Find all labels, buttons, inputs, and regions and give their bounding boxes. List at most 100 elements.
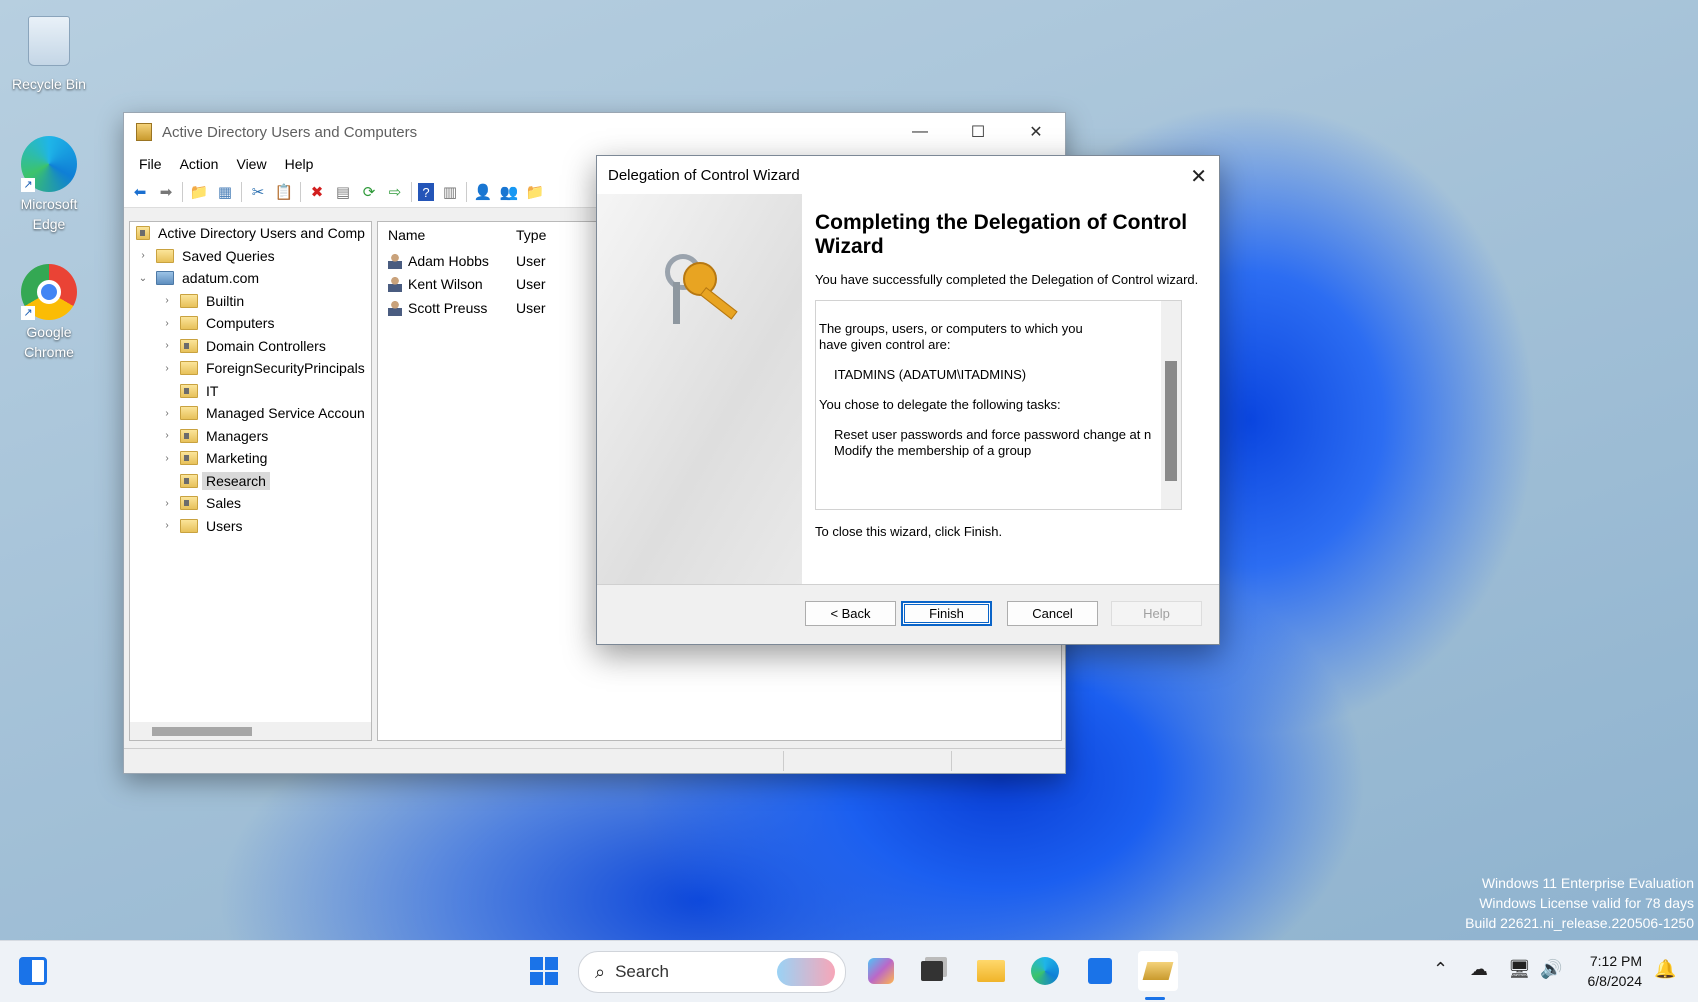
chevron-right-icon[interactable]: ›: [160, 340, 174, 351]
aduc-taskbar-icon[interactable]: [1138, 951, 1178, 991]
menu-file[interactable]: File: [130, 156, 171, 172]
close-button[interactable]: ✕: [1007, 113, 1065, 151]
widgets-icon[interactable]: [16, 954, 50, 988]
taskbar-search[interactable]: ⌕ Search: [578, 951, 846, 993]
user-type: User: [516, 299, 546, 316]
chevron-right-icon[interactable]: ›: [136, 250, 150, 261]
tree-item-label: IT: [206, 382, 219, 399]
clock-time: 7:12 PM: [1589, 953, 1642, 969]
start-button[interactable]: [527, 954, 561, 988]
chevron-right-icon[interactable]: ›: [160, 363, 174, 374]
desktop-icon-chrome[interactable]: ↗ Google Chrome: [7, 264, 91, 362]
chevron-right-icon[interactable]: ›: [160, 408, 174, 419]
chevron-right-icon[interactable]: ›: [160, 498, 174, 509]
up-folder-icon[interactable]: 📁: [189, 182, 209, 202]
properties-icon[interactable]: ▤: [333, 182, 353, 202]
paste-icon[interactable]: 📋: [274, 182, 294, 202]
refresh-icon[interactable]: ⟳: [359, 182, 379, 202]
copilot-icon[interactable]: [864, 954, 898, 988]
wizard-heading: Completing the Delegation of Control Wiz…: [815, 211, 1188, 258]
column-header-type[interactable]: Type: [508, 227, 596, 243]
chevron-right-icon[interactable]: ›: [160, 430, 174, 441]
desktop-icon-edge[interactable]: ↗ Microsoft Edge: [7, 136, 91, 234]
tree-root[interactable]: Active Directory Users and Comp: [130, 222, 371, 245]
chevron-right-icon[interactable]: ›: [160, 318, 174, 329]
tree-item-domain-controllers[interactable]: › Domain Controllers: [130, 335, 371, 358]
help-button[interactable]: Help: [1111, 601, 1202, 626]
wizard-close-instruction: To close this wizard, click Finish.: [815, 524, 1003, 539]
desktop-icon-recycle-bin[interactable]: Recycle Bin: [7, 10, 91, 94]
onedrive-icon[interactable]: ☁: [1470, 959, 1488, 980]
list-cell-name: Kent Wilson: [378, 276, 508, 293]
scrollbar-thumb[interactable]: [1165, 361, 1177, 481]
new-user-icon[interactable]: 👤: [473, 182, 493, 202]
network-icon[interactable]: 🖥: [1508, 959, 1531, 980]
back-button[interactable]: < Back: [805, 601, 896, 626]
menu-help[interactable]: Help: [276, 156, 323, 172]
recycle-bin-icon: [21, 16, 77, 72]
delegation-wizard-dialog: Delegation of Control Wizard ✕ Completin…: [596, 155, 1220, 645]
tree-item-computers[interactable]: › Computers: [130, 312, 371, 335]
store-icon[interactable]: [1083, 954, 1117, 988]
tree-item-sales[interactable]: › Sales: [130, 492, 371, 515]
ou-icon: [180, 428, 198, 443]
ou-icon: [180, 473, 198, 488]
tree-item-users[interactable]: › Users: [130, 515, 371, 538]
tree-item-builtin[interactable]: › Builtin: [130, 290, 371, 313]
tree-item-label: Domain Controllers: [206, 337, 326, 354]
back-arrow-icon[interactable]: ⬅: [130, 182, 150, 202]
finish-button[interactable]: Finish: [901, 601, 992, 626]
tree-item-managers[interactable]: › Managers: [130, 425, 371, 448]
action-pane-icon[interactable]: ▥: [440, 182, 460, 202]
chevron-right-icon[interactable]: ›: [160, 520, 174, 531]
menu-view[interactable]: View: [227, 156, 275, 172]
chevron-down-icon[interactable]: ⌄: [136, 273, 150, 284]
cut-icon[interactable]: ✂: [248, 182, 268, 202]
notification-bell-icon[interactable]: 🔔: [1654, 959, 1676, 980]
tree-item-saved-queries[interactable]: › Saved Queries: [130, 245, 371, 268]
chevron-right-icon[interactable]: ›: [160, 453, 174, 464]
tree-item-domain[interactable]: ⌄ adatum.com: [130, 267, 371, 290]
tree-item-it[interactable]: IT: [130, 380, 371, 403]
chevron-right-icon[interactable]: ›: [160, 295, 174, 306]
new-ou-icon[interactable]: 📁: [525, 182, 545, 202]
horizontal-scrollbar[interactable]: [130, 722, 371, 740]
desktop-icon-label: Recycle Bin: [12, 76, 86, 92]
new-group-icon[interactable]: 👥: [499, 182, 519, 202]
folder-icon: [180, 293, 198, 308]
forward-arrow-icon[interactable]: ➡: [156, 182, 176, 202]
column-header-name[interactable]: Name: [378, 227, 508, 243]
wizard-intro: You have successfully completed the Dele…: [815, 272, 1199, 287]
summary-textbox[interactable]: The groups, users, or computers to which…: [815, 300, 1182, 510]
tree-item-label: Users: [206, 517, 243, 534]
volume-icon[interactable]: 🔊: [1540, 959, 1562, 980]
tree-item-managed-service-accounts[interactable]: › Managed Service Accoun: [130, 402, 371, 425]
show-tree-icon[interactable]: ▦: [215, 182, 235, 202]
tree-item-label: ForeignSecurityPrincipals: [206, 360, 365, 377]
wizard-banner: [597, 194, 802, 584]
export-list-icon[interactable]: ⇨: [385, 182, 405, 202]
tree-item-research[interactable]: Research: [130, 470, 371, 493]
tree-item-label: Managed Service Accoun: [206, 405, 365, 422]
window-titlebar[interactable]: Active Directory Users and Computers — ☐…: [124, 113, 1065, 151]
menu-action[interactable]: Action: [171, 156, 228, 172]
summary-principal: ITADMINS (ADATUM\ITADMINS): [834, 367, 1027, 382]
dialog-title: Delegation of Control Wizard: [608, 166, 800, 184]
cancel-button[interactable]: Cancel: [1007, 601, 1098, 626]
help-icon[interactable]: ?: [418, 183, 434, 201]
maximize-button[interactable]: ☐: [949, 113, 1007, 151]
delete-icon[interactable]: ✖: [307, 182, 327, 202]
file-explorer-icon[interactable]: [974, 954, 1008, 988]
close-icon[interactable]: ✕: [1190, 164, 1207, 189]
tree-item-label: Marketing: [206, 450, 268, 467]
vertical-scrollbar[interactable]: [1161, 301, 1181, 509]
tree-item-marketing[interactable]: › Marketing: [130, 447, 371, 470]
taskbar-clock[interactable]: 7:12 PM 6/8/2024: [1588, 951, 1643, 991]
task-view-icon[interactable]: [915, 954, 949, 988]
edge-icon[interactable]: [1028, 954, 1062, 988]
dialog-titlebar[interactable]: Delegation of Control Wizard ✕: [597, 156, 1219, 194]
scrollbar-thumb[interactable]: [152, 727, 252, 736]
minimize-button[interactable]: —: [891, 113, 949, 151]
tree-item-foreign-security-principals[interactable]: › ForeignSecurityPrincipals: [130, 357, 371, 380]
chevron-up-icon[interactable]: ⌃: [1433, 959, 1448, 980]
